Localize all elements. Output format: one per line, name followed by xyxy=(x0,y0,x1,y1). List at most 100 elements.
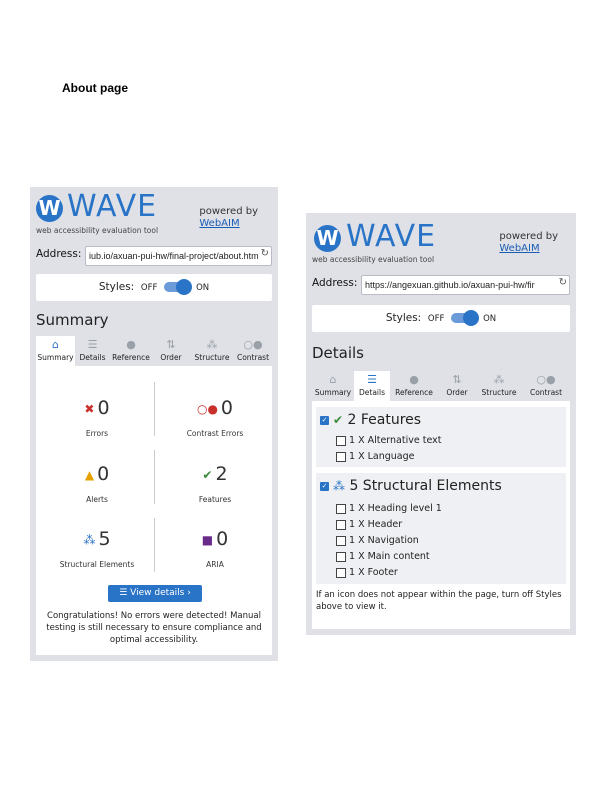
congrats-message: Congratulations! No errors were detected… xyxy=(46,611,262,645)
structure-item[interactable]: 1 X Main content xyxy=(336,551,430,562)
wave-header: W WAVE web accessibility evaluation tool… xyxy=(30,187,278,235)
structure-item[interactable]: 1 X Footer xyxy=(336,567,398,578)
feature-item[interactable]: 1 X Alternative text xyxy=(336,435,441,446)
styles-off-label: OFF xyxy=(140,283,158,293)
item-checkbox[interactable] xyxy=(336,551,346,562)
wave-logo-icon: W xyxy=(314,225,341,252)
address-value: iub.io/axuan-pui-hw/final-project/about.… xyxy=(89,251,261,261)
structure-item[interactable]: 1 X Heading level 1 xyxy=(336,503,442,514)
wave-tagline: web accessibility evaluation tool xyxy=(312,255,435,264)
address-label: Address: xyxy=(36,248,82,260)
tab-label: Details xyxy=(358,388,385,397)
features-checkbox[interactable]: ✓ xyxy=(320,415,329,425)
tab-structure[interactable]: ⁂ Structure xyxy=(190,336,234,366)
wave-logo-text: WAVE xyxy=(67,189,158,224)
reload-icon[interactable]: ↻ xyxy=(258,248,269,259)
view-details-button[interactable]: ☰ View details › xyxy=(108,585,202,602)
order-icon: ⇅ xyxy=(166,338,176,351)
tab-reference[interactable]: ● Reference xyxy=(390,371,438,401)
tab-details[interactable]: ☰ Details xyxy=(75,336,110,366)
tab-label: Order xyxy=(446,388,468,397)
tab-label: Structure xyxy=(194,353,230,362)
address-row: Address: iub.io/axuan-pui-hw/final-proje… xyxy=(36,246,272,266)
tab-order[interactable]: ⇅ Order xyxy=(438,371,476,401)
styles-on-label: ON xyxy=(483,314,497,324)
structure-checkbox[interactable]: ✓ xyxy=(320,481,329,491)
contrast-icon: ○● xyxy=(243,338,263,351)
tab-label: Order xyxy=(160,353,182,362)
details-note: If an icon does not appear within the pa… xyxy=(316,590,562,612)
stat-label: Errors xyxy=(85,429,109,438)
powered-by-label: powered by xyxy=(499,231,558,242)
tab-details[interactable]: ☰ Details xyxy=(354,371,390,401)
details-content: ✓ ✔ 2 Features 1 X Alternative text 1 X L… xyxy=(312,401,570,629)
structure-title: ✓ ⁂ 5 Structural Elements xyxy=(320,478,502,494)
item-label: 1 X Language xyxy=(349,451,415,462)
tab-label: Contrast xyxy=(236,353,270,362)
item-label: 1 X Heading level 1 xyxy=(349,503,442,514)
divider xyxy=(154,518,155,572)
structure-item[interactable]: 1 X Header xyxy=(336,519,402,530)
home-icon: ⌂ xyxy=(329,373,337,386)
divider xyxy=(154,382,155,436)
styles-off-label: OFF xyxy=(427,314,445,324)
tab-order[interactable]: ⇅ Order xyxy=(152,336,190,366)
address-input[interactable]: iub.io/axuan-pui-hw/final-project/about.… xyxy=(85,246,272,266)
divider xyxy=(154,450,155,504)
webaim-link[interactable]: WebAIM xyxy=(199,218,258,230)
stat-errors: ✖ 0 Errors xyxy=(44,397,150,438)
item-checkbox[interactable] xyxy=(336,519,346,530)
stat-structural-elements: ⁂ 5 Structural Elements xyxy=(44,528,150,569)
alert-icon: ▲ xyxy=(84,467,95,482)
stat-alerts: ▲ 0 Alerts xyxy=(44,463,150,504)
tab-reference[interactable]: ● Reference xyxy=(110,336,152,366)
address-input[interactable]: https://angexuan.github.io/axuan-pui-hw/… xyxy=(361,275,570,295)
structure-icon: ⁂ xyxy=(493,373,505,386)
info-icon: ● xyxy=(409,373,419,386)
list-icon: ☰ xyxy=(119,588,128,598)
tab-label: Summary xyxy=(314,388,352,397)
tab-contrast[interactable]: ○● Contrast xyxy=(522,371,570,401)
powered-by: powered by WebAIM xyxy=(199,206,258,230)
tab-label: Structure xyxy=(481,388,517,397)
tab-bar: ⌂ Summary ☰ Details ● Reference ⇅ Order … xyxy=(36,336,272,366)
item-label: 1 X Main content xyxy=(349,551,430,562)
tab-label: Details xyxy=(79,353,106,362)
structure-group: ✓ ⁂ 5 Structural Elements 1 X Heading lev… xyxy=(316,473,566,584)
item-checkbox[interactable] xyxy=(336,435,346,446)
tab-summary[interactable]: ⌂ Summary xyxy=(36,336,75,366)
tab-summary[interactable]: ⌂ Summary xyxy=(312,371,354,401)
wave-summary-panel: W WAVE web accessibility evaluation tool… xyxy=(30,187,278,661)
item-checkbox[interactable] xyxy=(336,503,346,514)
styles-toggle[interactable] xyxy=(163,279,192,295)
item-checkbox[interactable] xyxy=(336,451,346,462)
feature-item[interactable]: 1 X Language xyxy=(336,451,414,462)
item-label: 1 X Header xyxy=(349,519,403,530)
tab-contrast[interactable]: ○● Contrast xyxy=(234,336,272,366)
styles-toggle-row: Styles: OFF ON xyxy=(312,305,570,332)
structure-icon: ⁂ xyxy=(83,532,96,547)
powered-by: powered by WebAIM xyxy=(499,231,558,255)
list-icon: ☰ xyxy=(87,338,98,351)
list-icon: ☰ xyxy=(367,373,377,386)
webaim-link[interactable]: WebAIM xyxy=(499,243,558,255)
structure-icon: ⁂ xyxy=(333,479,345,493)
structure-title-text: 5 Structural Elements xyxy=(349,478,502,494)
tab-label: Reference xyxy=(112,353,150,362)
item-label: 1 X Footer xyxy=(349,567,398,578)
item-checkbox[interactable] xyxy=(336,535,346,546)
stat-value: 5 xyxy=(98,528,111,550)
tab-structure[interactable]: ⁂ Structure xyxy=(476,371,522,401)
features-title: ✓ ✔ 2 Features xyxy=(320,412,421,428)
reload-icon[interactable]: ↻ xyxy=(556,277,567,288)
structure-item[interactable]: 1 X Navigation xyxy=(336,535,419,546)
view-details-label: View details › xyxy=(130,588,191,598)
summary-content: ✖ 0 Errors ○● 0 Contrast Errors ▲ 0 Alerts … xyxy=(36,366,272,655)
feature-icon: ✔ xyxy=(202,467,213,482)
toggle-knob xyxy=(462,310,479,326)
styles-toggle[interactable] xyxy=(450,310,479,326)
tab-label: Contrast xyxy=(529,388,563,397)
item-checkbox[interactable] xyxy=(336,567,346,578)
section-title: Details xyxy=(312,344,365,362)
error-icon: ✖ xyxy=(84,401,95,416)
